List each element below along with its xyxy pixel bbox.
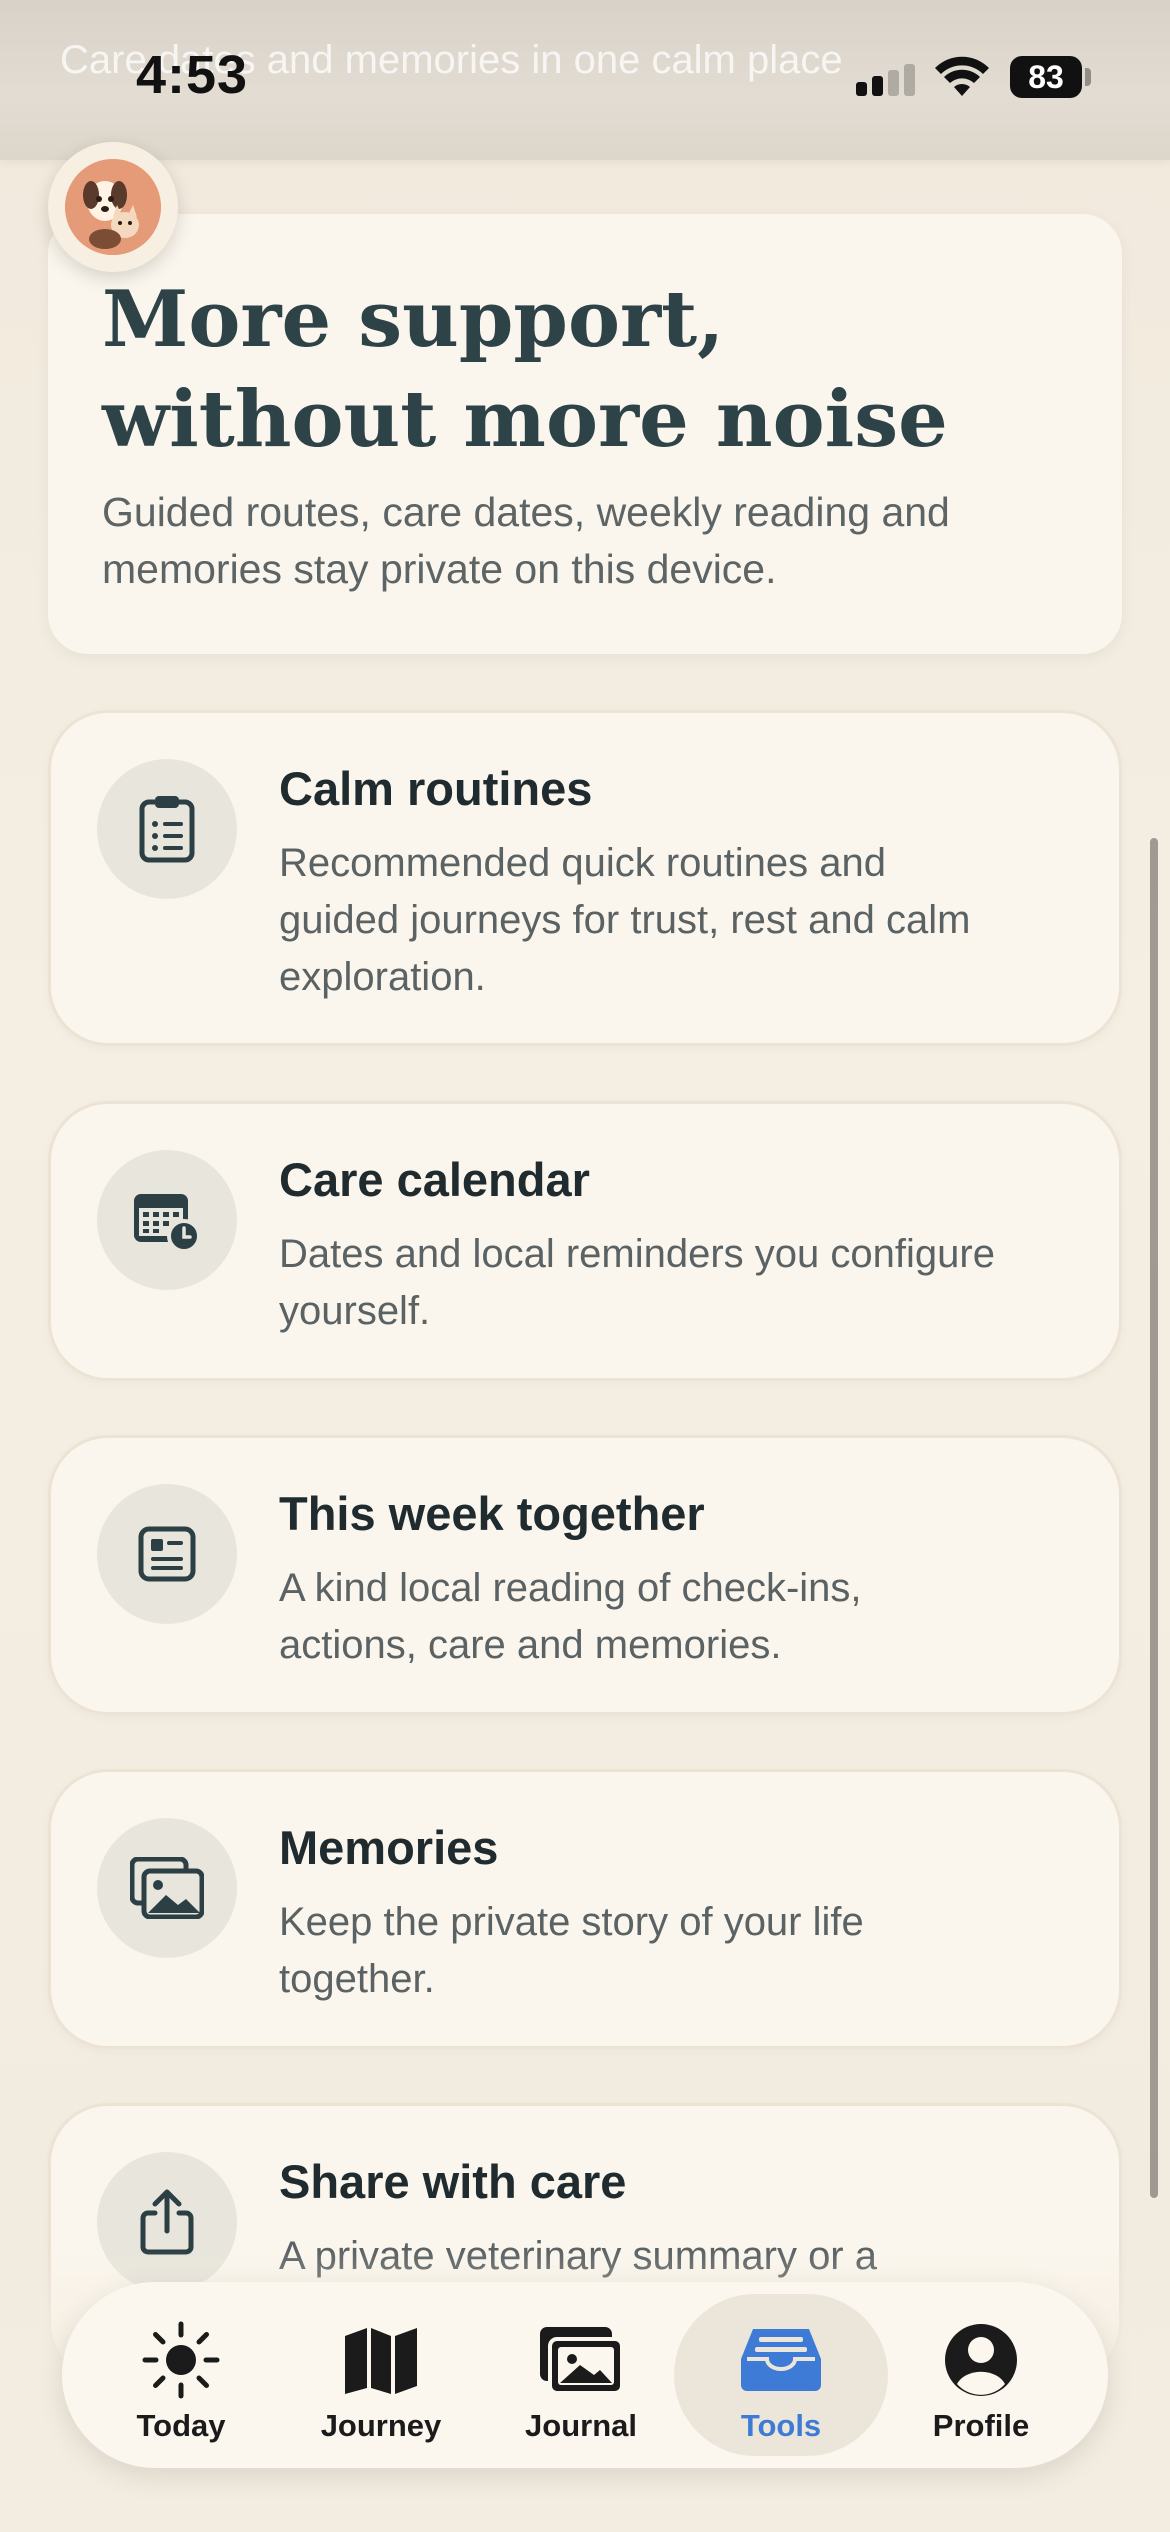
sun-icon [141, 2320, 221, 2400]
tab-label: Journey [320, 2408, 442, 2443]
tab-label: Today [136, 2408, 226, 2443]
card-title: Share with care [279, 2155, 627, 2208]
share-icon [97, 2152, 237, 2292]
map-icon [343, 2320, 419, 2400]
cellular-signal-icon [856, 64, 916, 96]
card-title: Calm routines [279, 762, 593, 815]
photos-icon [97, 1818, 237, 1958]
card-title: Memories [279, 1821, 499, 1874]
wifi-icon [935, 56, 989, 96]
calendar-clock-icon [97, 1150, 237, 1290]
pet-avatar[interactable] [48, 142, 178, 272]
page-title: More support, without more noise [102, 274, 948, 465]
card-title: This week together [279, 1487, 705, 1540]
tab-label: Journal [525, 2408, 637, 2443]
clipboard-icon [97, 759, 237, 899]
battery-icon: 83 [1010, 56, 1082, 98]
tab-journal[interactable]: Journal [474, 2294, 688, 2456]
tab-today[interactable]: Today [74, 2294, 288, 2456]
card-description: Keep the private story of your life toge… [279, 1900, 864, 2001]
tools-screen: Care dates and memories in one calm plac… [0, 0, 1170, 2532]
status-time: 4:53 [136, 45, 249, 105]
card-care-calendar[interactable]: Care calendar Dates and local reminders … [48, 1101, 1122, 1381]
card-description: Dates and local reminders you configure … [279, 1232, 995, 1333]
battery-cap [1085, 68, 1091, 86]
card-description: Recommended quick routines and guided jo… [279, 841, 971, 999]
bottom-tab-bar: Today Journey Journal Tools Profile [62, 2282, 1108, 2468]
tray-icon [739, 2320, 823, 2400]
card-description: A kind local reading of check-ins, actio… [279, 1566, 862, 1667]
scrollbar[interactable] [1150, 838, 1158, 2198]
dog-cat-icon [65, 159, 161, 255]
person-icon [943, 2320, 1019, 2400]
status-bar: Care dates and memories in one calm plac… [0, 0, 1170, 160]
card-memories[interactable]: Memories Keep the private story of your … [48, 1769, 1122, 2049]
tab-tools[interactable]: Tools [674, 2294, 888, 2456]
page-subtitle: Guided routes, care dates, weekly readin… [102, 489, 950, 592]
hero-card: More support, without more noise Guided … [48, 214, 1122, 654]
photo-icon [538, 2320, 624, 2400]
card-this-week-together[interactable]: This week together A kind local reading … [48, 1435, 1122, 1715]
tab-journey[interactable]: Journey [274, 2294, 488, 2456]
card-title: Care calendar [279, 1153, 590, 1206]
card-calm-routines[interactable]: Calm routines Recommended quick routines… [48, 710, 1122, 1046]
tab-label: Tools [740, 2408, 822, 2443]
card-description: A private veterinary summary or a [279, 2234, 877, 2278]
weekly-summary-icon [97, 1484, 237, 1624]
pet-avatar-image [65, 159, 161, 255]
tab-profile[interactable]: Profile [874, 2294, 1088, 2456]
tab-label: Profile [932, 2408, 1030, 2443]
